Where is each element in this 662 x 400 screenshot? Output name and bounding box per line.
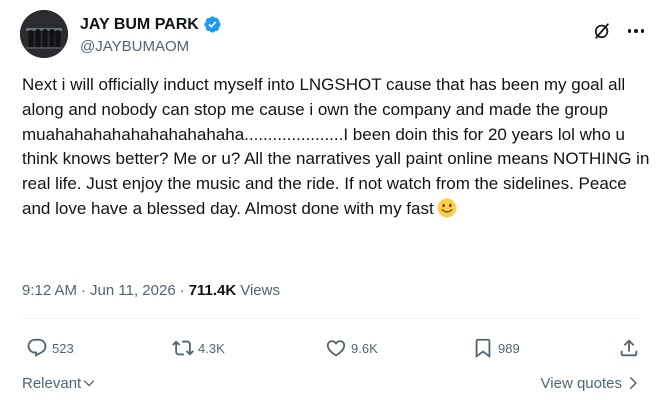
sort-replies-dropdown[interactable]: Relevant [22, 375, 95, 392]
repost-icon [172, 340, 194, 356]
display-name[interactable]: JAY BUM PARK [80, 16, 199, 34]
tweet-footer: Relevant View quotes [22, 372, 640, 394]
grok-icon[interactable] [592, 21, 612, 41]
action-bar: 523 4.3K 9.6K 989 [22, 330, 640, 366]
repost-count: 4.3K [198, 340, 225, 356]
avatar[interactable] [20, 10, 68, 58]
slightly-smiling-face-icon [437, 198, 457, 218]
like-button[interactable]: 9.6K [325, 337, 378, 359]
tweet-text: Next i will officially induct myself int… [22, 73, 652, 222]
tweet-header: JAY BUM PARK @JAYBUMAOM [20, 10, 646, 58]
author-handle[interactable]: @JAYBUMAOM [80, 38, 222, 55]
avatar-image [20, 10, 68, 58]
tweet-date[interactable]: Jun 11, 2026 [90, 282, 176, 299]
tweet-text-content: Next i will officially induct myself int… [22, 75, 650, 218]
views-count: 711.4K [188, 282, 237, 299]
chevron-down-icon [84, 380, 95, 387]
reply-count: 523 [52, 340, 74, 356]
bookmark-button[interactable]: 989 [472, 337, 520, 359]
sort-label: Relevant [22, 374, 82, 392]
tweet-time[interactable]: 9:12 AM [22, 282, 77, 299]
tweet-card: JAY BUM PARK @JAYBUMAOM Next i will offi… [0, 0, 662, 400]
author-names: JAY BUM PARK @JAYBUMAOM [80, 14, 222, 55]
heart-icon [326, 340, 346, 357]
view-quotes-label: View quotes [540, 374, 622, 392]
chevron-right-icon [629, 377, 637, 389]
share-button[interactable] [618, 337, 640, 359]
tweet-meta: 9:12 AM · Jun 11, 2026 · 711.4K Views [22, 282, 280, 299]
meta-separator: · [81, 282, 87, 299]
views-label: Views [240, 282, 280, 299]
reply-icon [27, 338, 47, 357]
repost-button[interactable]: 4.3K [172, 337, 225, 359]
name-row: JAY BUM PARK [80, 14, 222, 36]
more-icon[interactable] [626, 21, 646, 41]
verified-badge-icon[interactable] [203, 15, 222, 34]
bookmark-count: 989 [498, 340, 520, 356]
meta-separator-2: · [179, 282, 185, 299]
header-actions [592, 21, 646, 41]
like-count: 9.6K [351, 340, 378, 356]
divider-top [22, 318, 640, 319]
view-quotes-link[interactable]: View quotes [541, 375, 640, 392]
share-icon [620, 339, 638, 357]
bookmark-icon [475, 338, 491, 359]
reply-button[interactable]: 523 [26, 337, 74, 359]
